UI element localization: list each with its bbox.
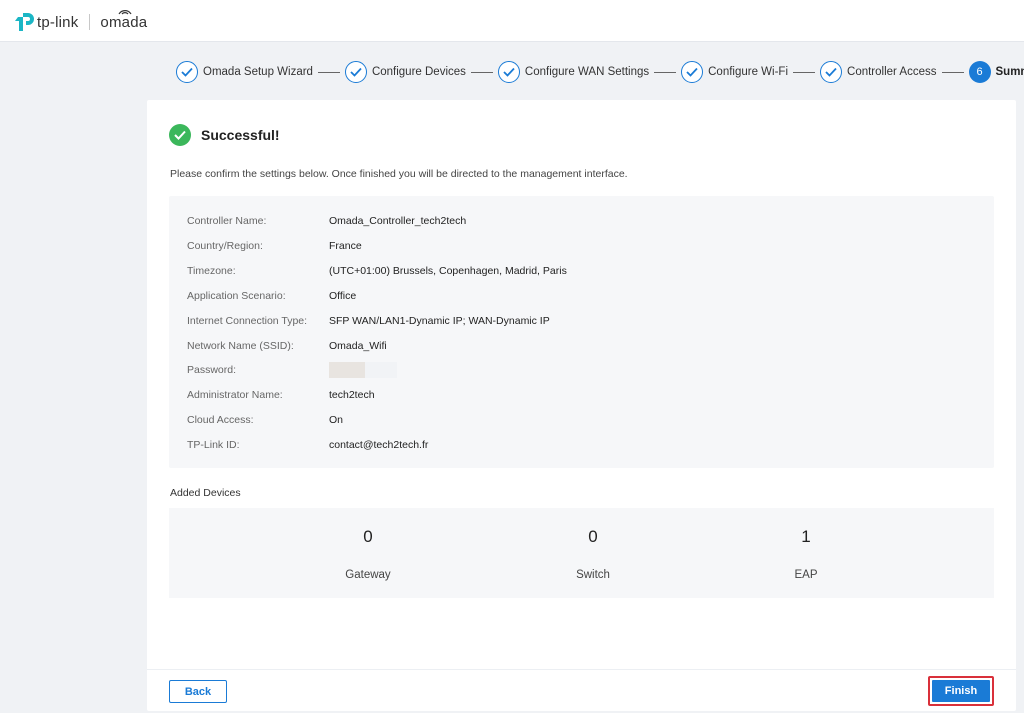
step-check-icon [497, 61, 520, 83]
added-devices-label: Added Devices [170, 487, 241, 499]
step-number-badge: 6 [968, 61, 991, 83]
password-redacted [329, 362, 397, 378]
step-configure-devices: Configure Devices [344, 61, 466, 83]
step-label: Omada Setup Wizard [203, 66, 313, 78]
device-count: 0 [588, 527, 598, 546]
step-connector [941, 71, 964, 73]
success-title: Successful! [201, 127, 280, 143]
summary-label: Administrator Name: [187, 389, 283, 401]
step-connector [470, 71, 493, 73]
step-check-icon [176, 61, 198, 83]
tp-link-logo-icon [15, 13, 34, 31]
summary-label: Cloud Access: [187, 414, 254, 426]
step-connector [654, 71, 677, 73]
success-header: Successful! [169, 124, 280, 146]
summary-row-internet-connection: Internet Connection Type: SFP WAN/LAN1-D… [187, 313, 550, 329]
finish-button[interactable]: Finish [932, 680, 990, 702]
summary-row-tp-link-id: TP-Link ID: contact@tech2tech.fr [187, 437, 428, 453]
back-button[interactable]: Back [169, 680, 227, 703]
summary-value: (UTC+01:00) Brussels, Copenhagen, Madrid… [329, 265, 567, 277]
summary-label: Password: [187, 364, 237, 376]
summary-label: Internet Connection Type: [187, 315, 308, 327]
step-configure-wan-settings: Configure WAN Settings [497, 61, 650, 83]
summary-row-admin-name: Administrator Name: tech2tech [187, 387, 375, 403]
step-connector [317, 71, 340, 73]
device-count: 0 [363, 527, 373, 546]
summary-row-password: Password: [187, 362, 397, 378]
summary-row-timezone: Timezone: (UTC+01:00) Brussels, Copenhag… [187, 263, 567, 279]
step-label: Configure Wi-Fi [708, 66, 789, 78]
summary-row-cloud-access: Cloud Access: On [187, 412, 343, 428]
device-switch: 0 Switch [533, 527, 653, 581]
summary-label: TP-Link ID: [187, 439, 240, 451]
summary-card: Successful! Please confirm the settings … [147, 100, 1016, 711]
summary-value: tech2tech [329, 389, 375, 401]
summary-label: Controller Name: [187, 215, 267, 227]
added-devices-panel: 0 Gateway 0 Switch 1 EAP [169, 508, 994, 598]
device-gateway: 0 Gateway [308, 527, 428, 581]
summary-value: SFP WAN/LAN1-Dynamic IP; WAN-Dynamic IP [329, 315, 550, 327]
step-connector [793, 71, 816, 73]
summary-value: contact@tech2tech.fr [329, 439, 429, 451]
summary-value: Omada_Wifi [329, 340, 387, 352]
device-eap: 1 EAP [746, 527, 866, 581]
summary-value: On [329, 414, 344, 426]
wifi-arc-icon [118, 9, 132, 14]
settings-summary: Controller Name: Omada_Controller_tech2t… [169, 196, 994, 468]
summary-label: Timezone: [187, 265, 236, 277]
summary-row-controller-name: Controller Name: Omada_Controller_tech2t… [187, 213, 466, 229]
brand-separator [89, 14, 91, 30]
brand-tp-link: tp-link [37, 13, 79, 31]
step-omada-setup-wizard: Omada Setup Wizard [176, 61, 313, 83]
device-name: Gateway [345, 569, 391, 581]
brand-omada-text: omada [100, 13, 148, 31]
step-controller-access: Controller Access [820, 61, 937, 83]
step-label: Configure Devices [371, 66, 466, 78]
summary-label: Network Name (SSID): [187, 340, 294, 352]
step-label: Configure WAN Settings [524, 66, 650, 78]
summary-row-application-scenario: Application Scenario: Office [187, 288, 356, 304]
device-count: 1 [801, 527, 811, 546]
step-check-icon [681, 61, 704, 83]
summary-value: France [329, 240, 362, 252]
device-name: EAP [794, 569, 818, 581]
step-label: Controller Access [847, 66, 937, 78]
step-check-icon [820, 61, 843, 83]
summary-value: Office [329, 290, 357, 302]
top-bar: tp-link omada [0, 0, 1024, 42]
summary-label: Country/Region: [187, 240, 263, 252]
step-check-icon [344, 61, 367, 83]
success-check-icon [169, 124, 191, 146]
confirm-message: Please confirm the settings below. Once … [170, 168, 628, 180]
footer-divider [147, 669, 1016, 670]
summary-row-ssid: Network Name (SSID): Omada_Wifi [187, 338, 387, 354]
step-summary: 6 Summary [968, 61, 1024, 83]
summary-row-country: Country/Region: France [187, 238, 362, 254]
step-configure-wifi: Configure Wi-Fi [681, 61, 788, 83]
tp-link-omada-logo: tp-link omada [14, 9, 148, 33]
step-label: Summary [995, 66, 1024, 78]
summary-label: Application Scenario: [187, 290, 286, 302]
summary-value: Omada_Controller_tech2tech [329, 215, 467, 227]
finish-button-highlight: Finish [928, 676, 994, 706]
device-name: Switch [576, 569, 610, 581]
brand-omada: omada [100, 9, 148, 31]
wizard-steps: Omada Setup Wizard Configure Devices Con… [176, 60, 1024, 84]
